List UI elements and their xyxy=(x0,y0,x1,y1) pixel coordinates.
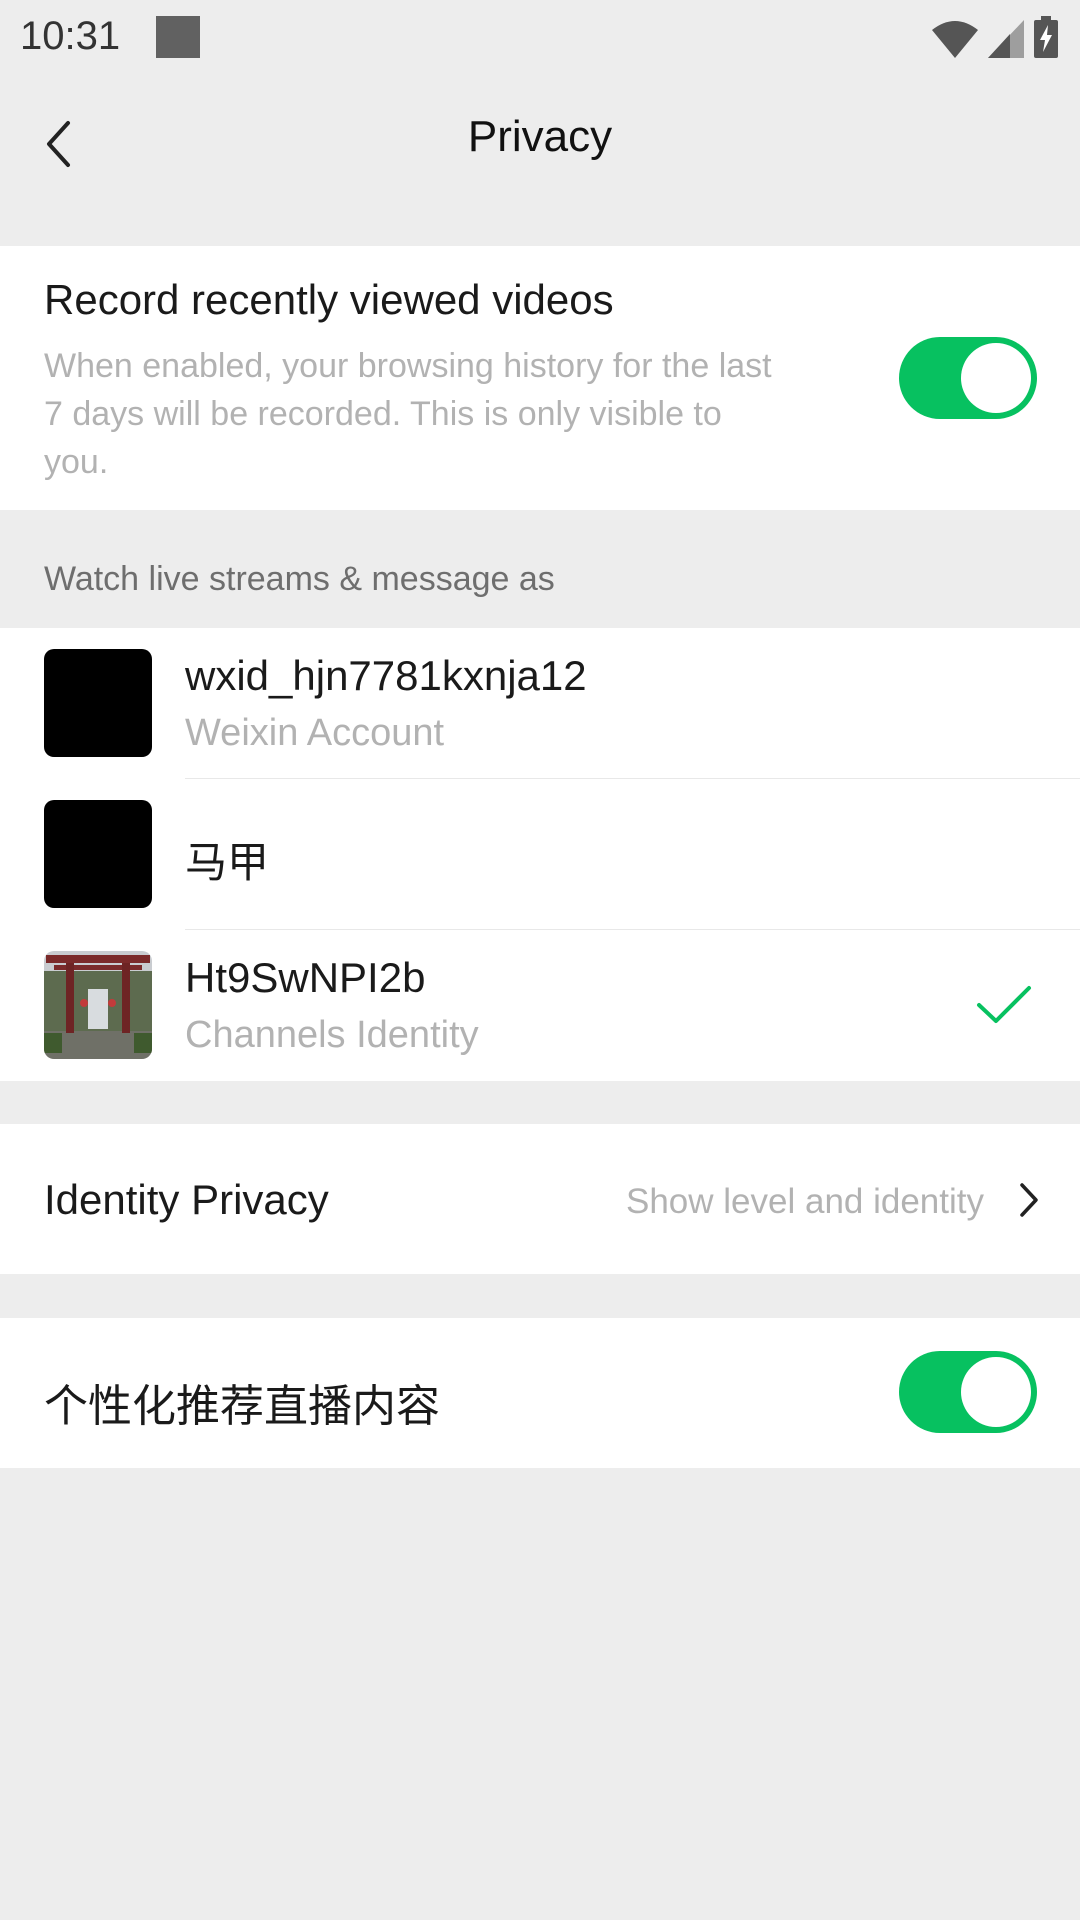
personalized-recommend-title: 个性化推荐直播内容 xyxy=(44,1382,440,1431)
wifi-icon xyxy=(932,21,978,58)
avatar xyxy=(44,649,152,757)
record-videos-toggle[interactable] xyxy=(899,337,1037,419)
account-subtitle: Channels Identity xyxy=(185,1014,479,1056)
chevron-right-icon xyxy=(1020,1183,1038,1217)
account-row-weixin[interactable]: wxid_hjn7781kxnja12 Weixin Account xyxy=(0,628,1080,779)
accounts-list: wxid_hjn7781kxnja12 Weixin Account 马甲 Ht… xyxy=(0,628,1080,1081)
battery-charging-icon xyxy=(1034,16,1058,58)
account-row-alias[interactable]: 马甲 xyxy=(0,779,1080,930)
selected-check-icon xyxy=(977,986,1031,1023)
identity-privacy-row[interactable]: Identity Privacy Show level and identity xyxy=(0,1124,1080,1274)
section-label-watch-as: Watch live streams & message as xyxy=(44,560,555,598)
identity-privacy-value: Show level and identity xyxy=(626,1182,984,1221)
notification-square-icon xyxy=(156,16,200,58)
status-time: 10:31 xyxy=(20,14,121,58)
nav-bar: Privacy xyxy=(0,76,1080,206)
toggle-knob xyxy=(961,1357,1031,1427)
account-row-channels[interactable]: Ht9SwNPI2b Channels Identity xyxy=(0,930,1080,1081)
account-subtitle: Weixin Account xyxy=(185,712,445,754)
personalized-recommend-toggle[interactable] xyxy=(899,1351,1037,1433)
cell-signal-icon xyxy=(988,20,1024,58)
account-name: wxid_hjn7781kxnja12 xyxy=(185,652,587,699)
page-title: Privacy xyxy=(467,112,613,161)
avatar xyxy=(44,951,152,1059)
account-name: Ht9SwNPI2b xyxy=(185,954,426,1001)
identity-privacy-title: Identity Privacy xyxy=(44,1176,329,1223)
status-bar: 10:31 xyxy=(0,0,1080,76)
status-icons xyxy=(932,16,1058,58)
record-videos-title: Record recently viewed videos xyxy=(44,276,614,323)
personalized-recommend-row: 个性化推荐直播内容 xyxy=(0,1318,1080,1468)
avatar xyxy=(44,800,152,908)
avatar-photo xyxy=(44,951,152,1059)
toggle-knob xyxy=(961,343,1031,413)
record-videos-card: Record recently viewed videos When enabl… xyxy=(0,246,1080,510)
record-videos-description: When enabled, your browsing history for … xyxy=(44,347,772,481)
account-name: 马甲 xyxy=(185,839,270,886)
